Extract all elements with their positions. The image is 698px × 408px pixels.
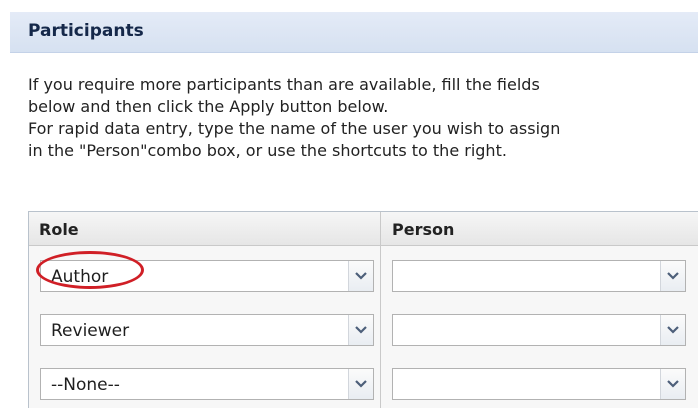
instruction-line: in the "Person"combo box, or use the sho…: [28, 141, 507, 160]
chevron-down-icon: [667, 380, 679, 388]
role-combo-value: Reviewer: [51, 321, 130, 341]
table-body: Author Reviewer --None--: [29, 246, 698, 408]
instruction-line: For rapid data entry, type the name of t…: [28, 119, 561, 138]
role-combo-3-dropdown-button[interactable]: [348, 369, 373, 399]
column-header-role: Role: [39, 220, 79, 239]
person-combo-3-dropdown-button[interactable]: [660, 369, 685, 399]
instructions-text: If you require more participants than ar…: [28, 74, 678, 162]
role-combo-3[interactable]: --None--: [40, 368, 374, 400]
panel-header: Participants: [10, 12, 698, 53]
instruction-line: If you require more participants than ar…: [28, 75, 540, 94]
role-combo-1-dropdown-button[interactable]: [348, 261, 373, 291]
role-combo-value: Author: [51, 267, 109, 287]
role-combo-2[interactable]: Reviewer: [40, 314, 374, 346]
instruction-line: below and then click the Apply button be…: [28, 97, 389, 116]
chevron-down-icon: [355, 326, 367, 334]
chevron-down-icon: [355, 272, 367, 280]
panel-title: Participants: [28, 21, 144, 41]
person-combo-2-dropdown-button[interactable]: [660, 315, 685, 345]
column-divider: [380, 212, 381, 408]
participants-table: Role Person Author Reviewer --None--: [28, 211, 698, 408]
role-combo-value: --None--: [51, 375, 120, 395]
column-header-person: Person: [392, 220, 455, 239]
table-header-row: Role Person: [29, 212, 698, 246]
chevron-down-icon: [667, 326, 679, 334]
chevron-down-icon: [355, 380, 367, 388]
person-combo-1-dropdown-button[interactable]: [660, 261, 685, 291]
person-combo-1[interactable]: [392, 260, 686, 292]
person-combo-2[interactable]: [392, 314, 686, 346]
role-combo-2-dropdown-button[interactable]: [348, 315, 373, 345]
person-combo-3[interactable]: [392, 368, 686, 400]
participants-panel: Participants If you require more partici…: [0, 0, 698, 408]
chevron-down-icon: [667, 272, 679, 280]
role-combo-1[interactable]: Author: [40, 260, 374, 292]
